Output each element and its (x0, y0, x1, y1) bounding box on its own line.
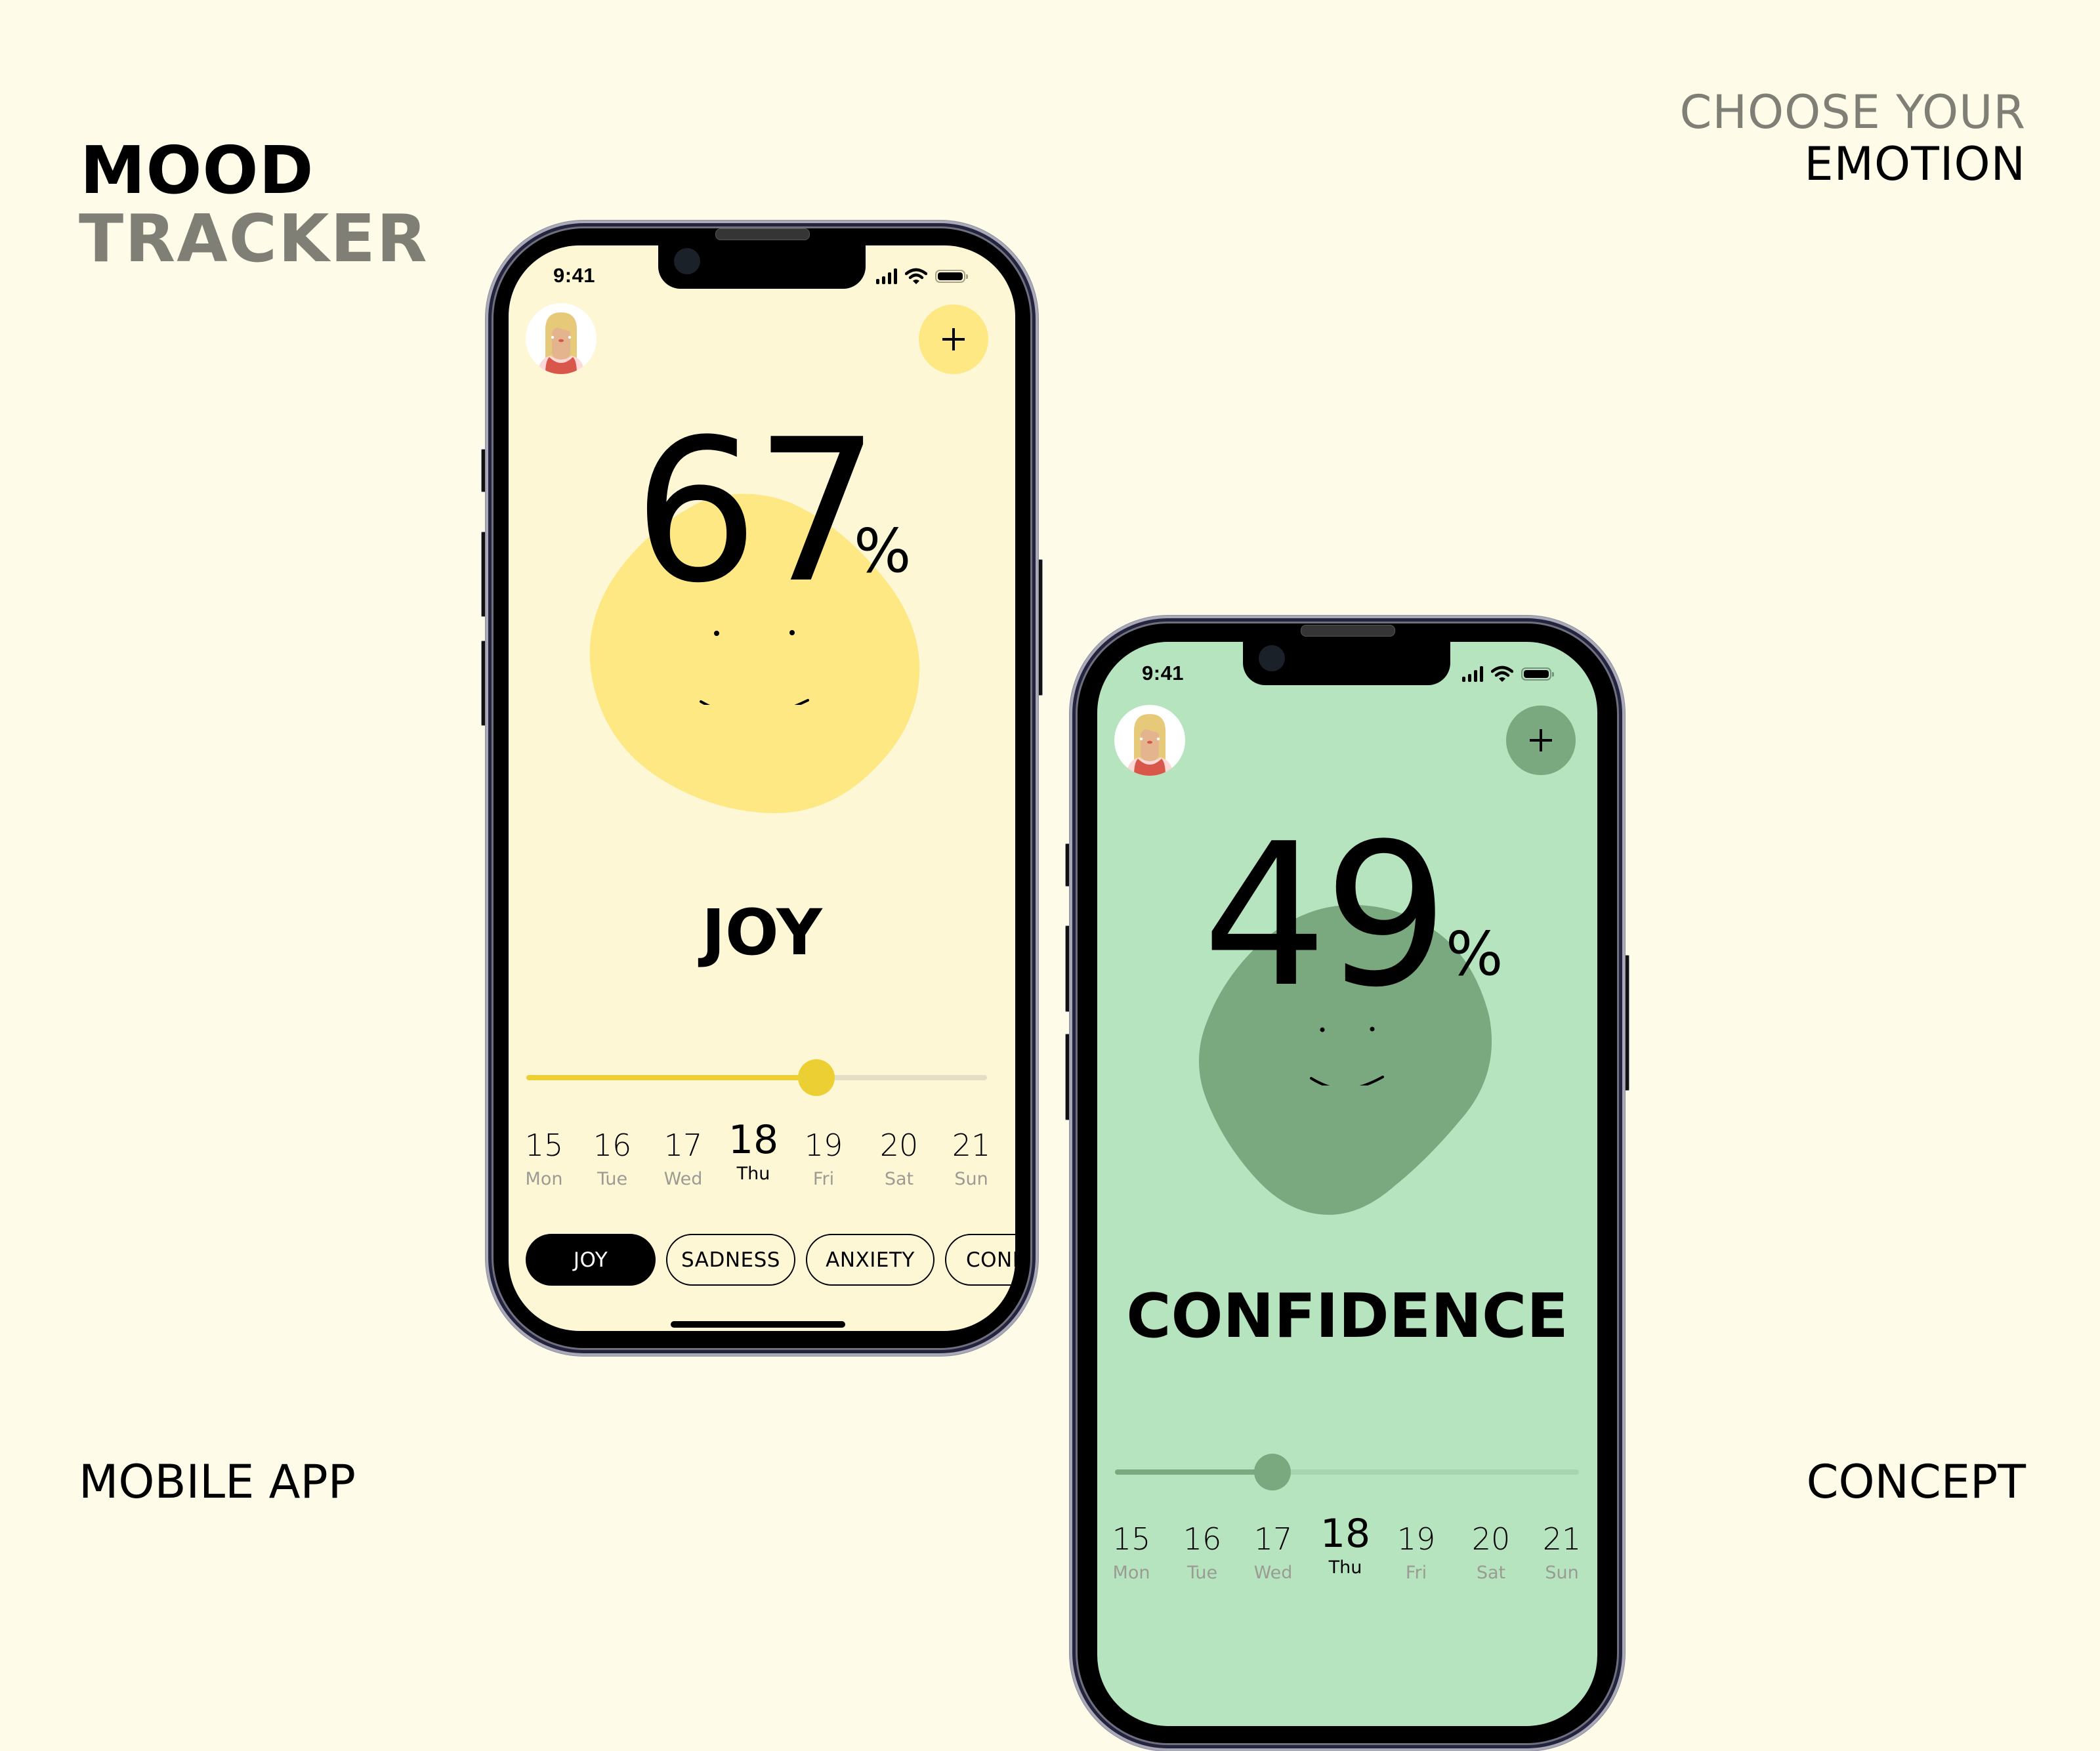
plus-icon (942, 328, 965, 350)
home-indicator[interactable] (671, 1321, 845, 1328)
date-weekday: Sat (1476, 1563, 1506, 1583)
signal-icon (876, 268, 897, 284)
date-weekday: Wed (663, 1169, 703, 1189)
date-item[interactable]: 16 Tue (1173, 1521, 1232, 1585)
avatar-illustration (1126, 714, 1173, 776)
date-number: 21 (1542, 1521, 1582, 1557)
percent-sign: % (1446, 919, 1503, 989)
left-eye (714, 631, 719, 636)
date-weekday: Wed (1253, 1563, 1293, 1583)
slider-fill (526, 1075, 817, 1080)
right-eye (789, 630, 795, 635)
chip-anxiety[interactable]: ANXIETY (806, 1234, 934, 1286)
date-item[interactable]: 21 Sun (1532, 1521, 1591, 1585)
phone-joy: 9:41 67 % JOY 15 Mon 16 Tue 17 Wed 18 Th… (481, 221, 1043, 1356)
smile (700, 699, 809, 705)
date-item[interactable]: 20 Sat (870, 1127, 929, 1191)
avatar-illustration (537, 312, 585, 374)
intensity-slider[interactable] (1115, 1454, 1579, 1490)
slider-thumb[interactable] (798, 1059, 835, 1096)
slider-thumb[interactable] (1254, 1454, 1292, 1490)
screen-confidence: 9:41 49 % CONFIDENCE 15 Mon 16 Tue 17 We… (1097, 642, 1597, 1726)
tagline-line1: CHOOSE YOUR (1679, 85, 2026, 139)
date-number: 15 (1112, 1521, 1151, 1557)
chip-confidence[interactable]: CONFIDENCE (945, 1234, 1015, 1286)
battery-icon (935, 270, 968, 283)
date-number: 20 (1471, 1521, 1511, 1557)
battery-icon (1521, 667, 1554, 681)
status-time: 9:41 (553, 264, 596, 287)
date-weekday: Fri (1405, 1563, 1427, 1583)
status-icons (1462, 665, 1554, 683)
date-number: 20 (879, 1128, 919, 1163)
date-number: 15 (524, 1128, 564, 1163)
date-number: 17 (1253, 1521, 1293, 1557)
footer-mobile-app: MOBILE APP (79, 1455, 356, 1509)
add-entry-button[interactable] (919, 305, 988, 374)
user-avatar[interactable] (1114, 705, 1185, 776)
footer-concept: CONCEPT (1806, 1455, 2026, 1509)
emotion-label: JOY (702, 896, 822, 969)
user-avatar[interactable] (526, 303, 597, 374)
date-weekday: Sat (884, 1169, 914, 1189)
earpiece-speaker (1301, 625, 1395, 637)
title-mood: MOOD (80, 132, 314, 209)
date-item[interactable]: 20 Sat (1461, 1521, 1521, 1585)
date-weekday: Fri (812, 1169, 835, 1189)
date-item[interactable]: 19 Fri (794, 1127, 853, 1191)
date-weekday: Tue (597, 1169, 628, 1189)
chip-joy[interactable]: JOY (526, 1234, 656, 1286)
date-item[interactable]: 21 Sun (942, 1127, 1001, 1191)
mood-percentage: 49 (1202, 801, 1449, 1030)
date-number: 16 (593, 1128, 632, 1163)
date-number: 21 (952, 1128, 991, 1163)
plus-icon (1530, 729, 1552, 751)
mood-face (1310, 1026, 1384, 1086)
date-item[interactable]: 18 Thu (1316, 1514, 1375, 1580)
percent-sign: % (854, 516, 912, 586)
date-item[interactable]: 17 Wed (1244, 1521, 1303, 1585)
front-camera (674, 248, 700, 274)
emotion-label: CONFIDENCE (1126, 1280, 1568, 1351)
date-weekday: Thu (1328, 1557, 1362, 1578)
date-weekday: Mon (525, 1169, 563, 1189)
slider-fill (1115, 1469, 1273, 1475)
date-number: 19 (1396, 1521, 1436, 1557)
wifi-icon (905, 268, 927, 284)
date-item[interactable]: 18 Thu (724, 1120, 783, 1186)
date-number: 18 (1320, 1511, 1371, 1557)
date-number: 19 (804, 1128, 843, 1163)
date-item[interactable]: 15 Mon (1102, 1521, 1161, 1585)
date-weekday: Mon (1112, 1563, 1150, 1583)
date-item[interactable]: 19 Fri (1387, 1521, 1446, 1585)
date-item[interactable]: 17 Wed (654, 1127, 713, 1191)
date-number: 16 (1183, 1521, 1222, 1557)
status-time: 9:41 (1142, 662, 1185, 685)
front-camera (1259, 645, 1285, 671)
screen-joy: 9:41 67 % JOY 15 Mon 16 Tue 17 Wed 18 Th… (509, 245, 1015, 1331)
date-item[interactable]: 15 Mon (514, 1127, 574, 1191)
chip-sadness[interactable]: SADNESS (666, 1234, 795, 1286)
emotion-chips: JOY SADNESS ANXIETY CONFIDENCE (526, 1234, 1015, 1286)
date-number: 18 (728, 1117, 779, 1163)
tagline-line2: EMOTION (1804, 137, 2026, 191)
earpiece-speaker (715, 228, 810, 240)
date-item[interactable]: 16 Tue (583, 1127, 642, 1191)
phone-confidence: 9:41 49 % CONFIDENCE 15 Mon 16 Tue 17 We… (1065, 616, 1629, 1751)
date-weekday: Tue (1186, 1563, 1218, 1583)
intensity-slider[interactable] (526, 1059, 987, 1096)
date-weekday: Sun (954, 1169, 988, 1189)
mood-face (700, 630, 809, 705)
smile (1310, 1076, 1384, 1086)
signal-icon (1462, 666, 1483, 682)
date-weekday: Thu (736, 1164, 770, 1184)
status-icons (876, 268, 968, 285)
wifi-icon (1491, 665, 1513, 682)
date-weekday: Sun (1545, 1563, 1579, 1583)
mood-percentage: 67 (633, 397, 880, 626)
date-number: 17 (663, 1128, 703, 1163)
title-tracker: TRACKER (79, 200, 429, 277)
add-entry-button[interactable] (1506, 706, 1576, 775)
